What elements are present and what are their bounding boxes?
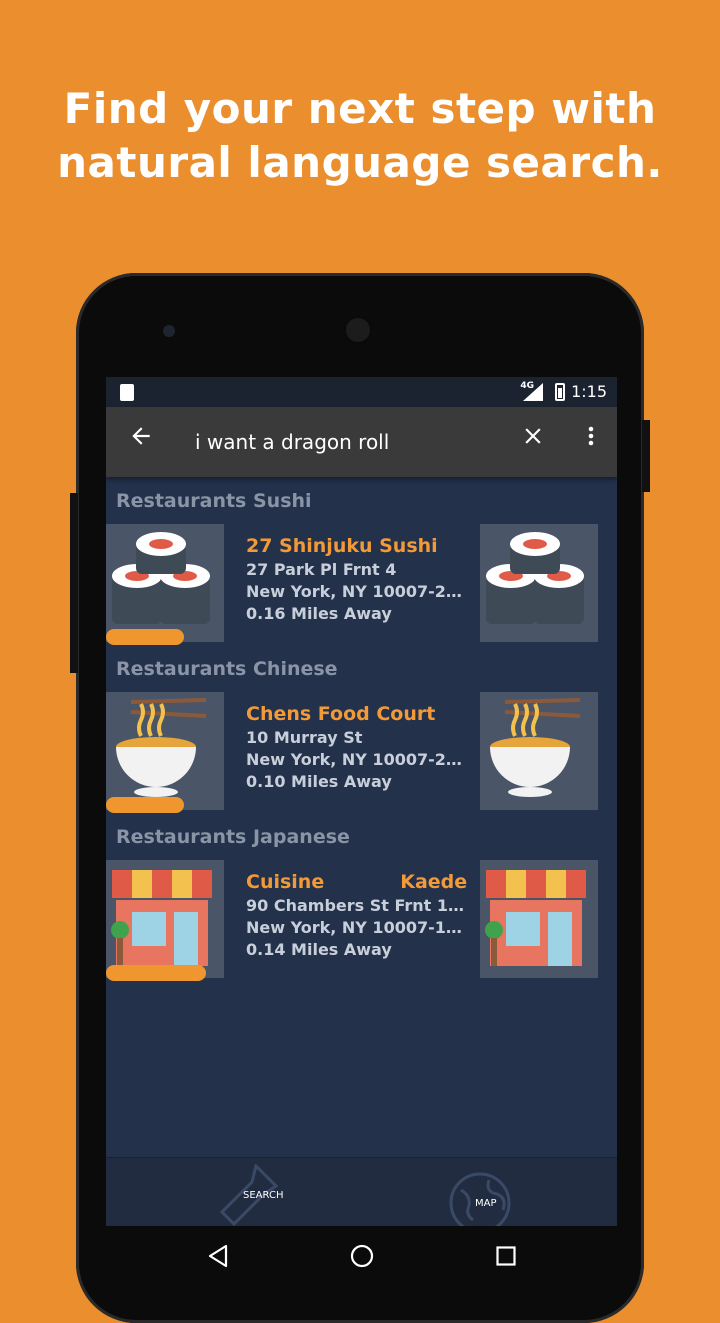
earpiece-speaker: [343, 315, 373, 345]
search-toolbar: i want a dragon roll: [106, 407, 617, 477]
restaurant-name: Chens Food Court: [246, 703, 436, 725]
headline-line-1: Find your next step with: [63, 84, 657, 133]
status-time: 1:15: [571, 382, 607, 401]
section-header-sushi: Restaurants Sushi: [116, 490, 312, 512]
restaurant-city: New York, NY 10007-1910: [246, 918, 468, 937]
nav-search-label: SEARCH: [243, 1190, 284, 1201]
arrow-left-icon[interactable]: [128, 423, 154, 459]
restaurant-name-part-2: Kaede: [400, 871, 468, 893]
app-screen: 4G 1:15 i want a dragon roll Restaurants…: [106, 377, 617, 1226]
restaurant-distance: 0.16 Miles Away: [246, 604, 392, 623]
headline: Find your next step with natural languag…: [0, 82, 720, 190]
restaurant-address: 10 Murray St: [246, 728, 363, 747]
restaurant-name: Cuisine Kaede: [246, 871, 468, 893]
restaurant-distance: 0.14 Miles Away: [246, 940, 392, 959]
storefront-icon: [106, 860, 224, 978]
noodle-bowl-icon: [106, 692, 224, 810]
restaurant-address: 90 Chambers St Frnt 101: [246, 896, 468, 915]
section-header-chinese: Restaurants Chinese: [116, 658, 338, 680]
headline-line-2: natural language search.: [57, 138, 663, 187]
restaurant-city: New York, NY 10007-2530: [246, 582, 468, 601]
front-camera: [163, 325, 175, 337]
restaurant-name: 27 Shinjuku Sushi: [246, 535, 438, 557]
more-vert-icon[interactable]: [586, 423, 596, 459]
section-header-japanese: Restaurants Japanese: [116, 826, 350, 848]
signal-icon: [523, 383, 543, 401]
home-nav-icon[interactable]: [350, 1244, 374, 1268]
rating-bar: [106, 965, 206, 981]
volume-button: [642, 420, 650, 492]
bottom-navigation: SEARCH MAP: [106, 1157, 617, 1226]
status-bar: 4G 1:15: [106, 377, 617, 407]
battery-icon: [555, 383, 565, 401]
sd-card-icon: [120, 384, 134, 401]
restaurant-address: 27 Park Pl Frnt 4: [246, 560, 397, 579]
back-nav-icon[interactable]: [206, 1244, 230, 1268]
noodle-bowl-icon: [480, 692, 598, 810]
search-input[interactable]: i want a dragon roll: [195, 427, 389, 457]
system-navigation-bar: [106, 1226, 617, 1286]
close-icon[interactable]: [520, 423, 546, 459]
rating-bar: [106, 629, 184, 645]
power-button: [70, 493, 78, 673]
storefront-icon: [480, 860, 598, 978]
restaurant-distance: 0.10 Miles Away: [246, 772, 392, 791]
nav-map-label: MAP: [475, 1198, 497, 1209]
restaurant-city: New York, NY 10007-2236: [246, 750, 468, 769]
rating-bar: [106, 797, 184, 813]
restaurant-name-part-1: Cuisine: [246, 871, 325, 893]
sushi-icon: [106, 524, 224, 642]
sushi-icon: [480, 524, 598, 642]
recents-nav-icon[interactable]: [496, 1246, 516, 1266]
